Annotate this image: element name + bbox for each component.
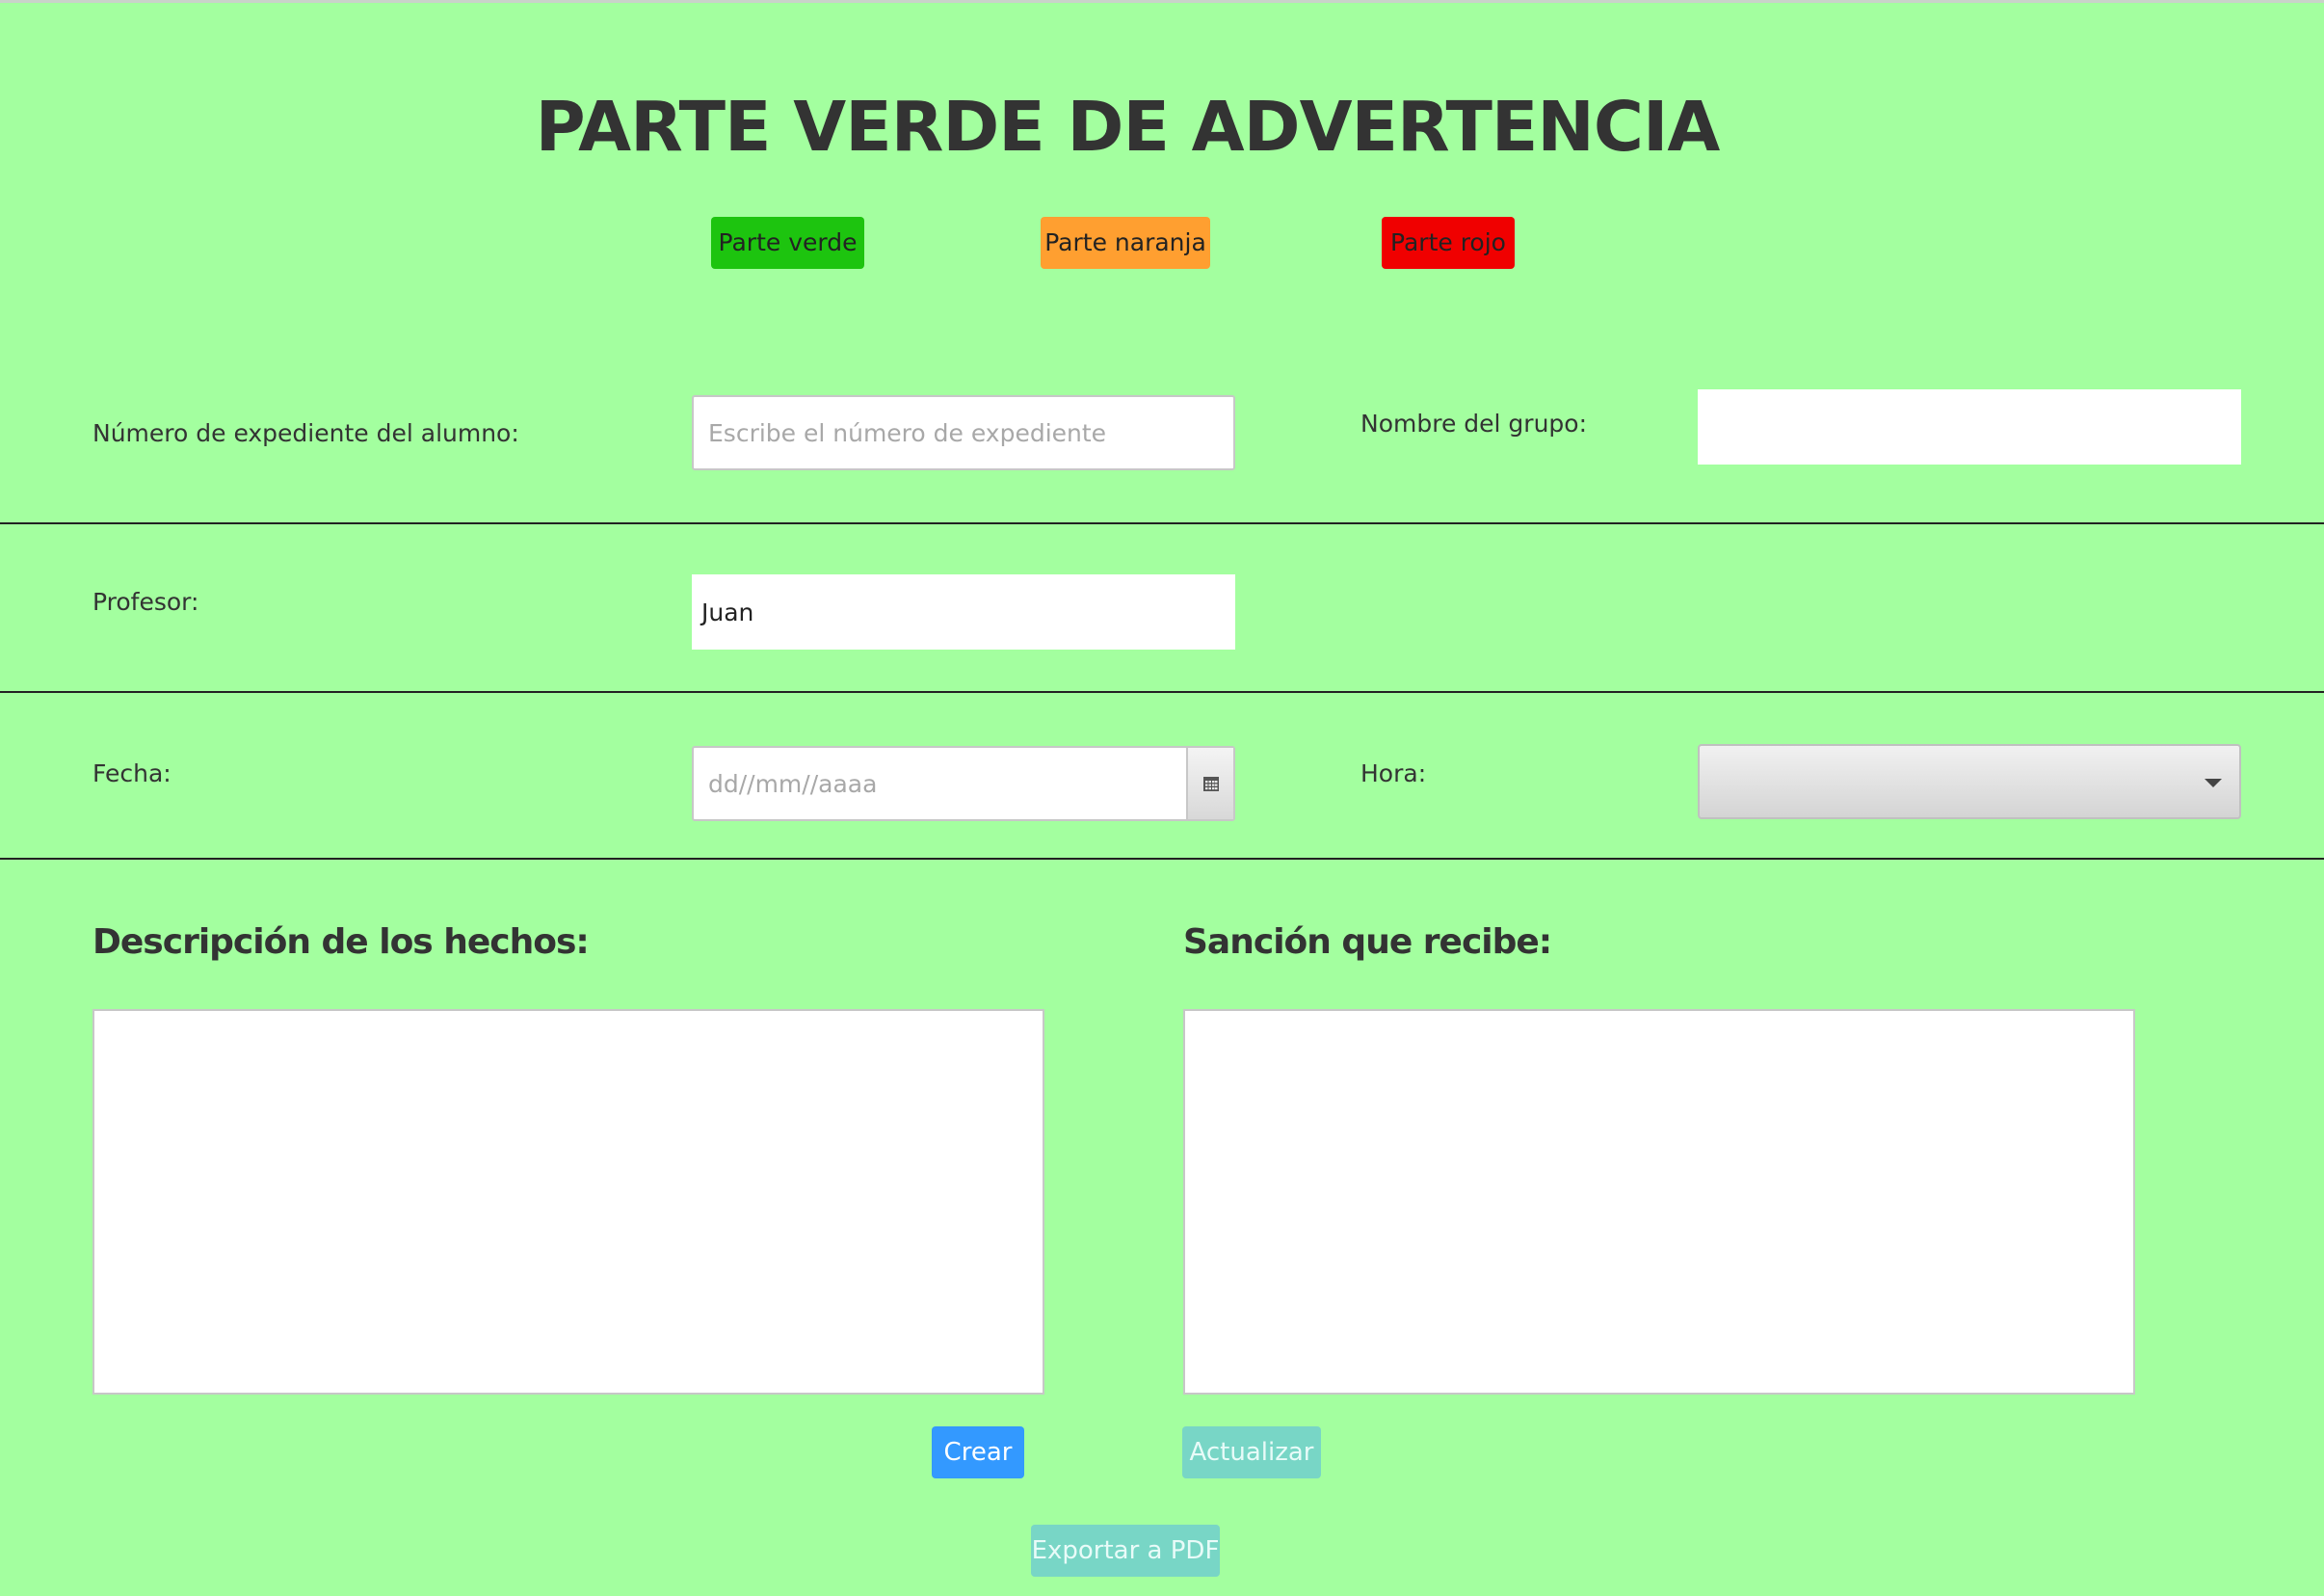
divider-3: [0, 858, 2324, 860]
parte-verde-button[interactable]: Parte verde: [711, 217, 864, 269]
parte-naranja-button[interactable]: Parte naranja: [1041, 217, 1210, 269]
calendar-button[interactable]: [1186, 748, 1233, 819]
sancion-title: Sanción que recibe:: [1183, 922, 1552, 962]
parte-rojo-button[interactable]: Parte rojo: [1382, 217, 1515, 269]
grupo-input[interactable]: [1698, 389, 2241, 465]
profesor-value: Juan: [701, 598, 754, 626]
fecha-placeholder: dd//mm//aaaa: [708, 769, 878, 798]
profesor-input[interactable]: Juan: [692, 574, 1235, 650]
descripcion-textarea[interactable]: [92, 1009, 1044, 1395]
expediente-placeholder: Escribe el número de expediente: [708, 418, 1107, 447]
divider-2: [0, 691, 2324, 693]
expediente-input[interactable]: Escribe el número de expediente: [692, 395, 1235, 470]
grupo-label: Nombre del grupo:: [1360, 410, 1587, 438]
fecha-label: Fecha:: [92, 759, 172, 787]
page-title: PARTE VERDE DE ADVERTENCIA: [535, 87, 1721, 167]
crear-button[interactable]: Crear: [932, 1426, 1024, 1478]
window-top-border: [0, 0, 2324, 3]
exportar-pdf-button[interactable]: Exportar a PDF: [1031, 1525, 1220, 1577]
expediente-label: Número de expediente del alumno:: [92, 419, 519, 447]
divider-1: [0, 522, 2324, 524]
calendar-icon: [1202, 777, 1219, 791]
profesor-label: Profesor:: [92, 588, 199, 616]
fecha-input[interactable]: dd//mm//aaaa: [692, 746, 1235, 821]
descripcion-title: Descripción de los hechos:: [92, 922, 590, 962]
hora-label: Hora:: [1360, 759, 1427, 787]
chevron-down-icon: [2205, 779, 2222, 787]
hora-select[interactable]: [1698, 744, 2241, 819]
actualizar-button[interactable]: Actualizar: [1182, 1426, 1321, 1478]
sancion-textarea[interactable]: [1183, 1009, 2135, 1395]
